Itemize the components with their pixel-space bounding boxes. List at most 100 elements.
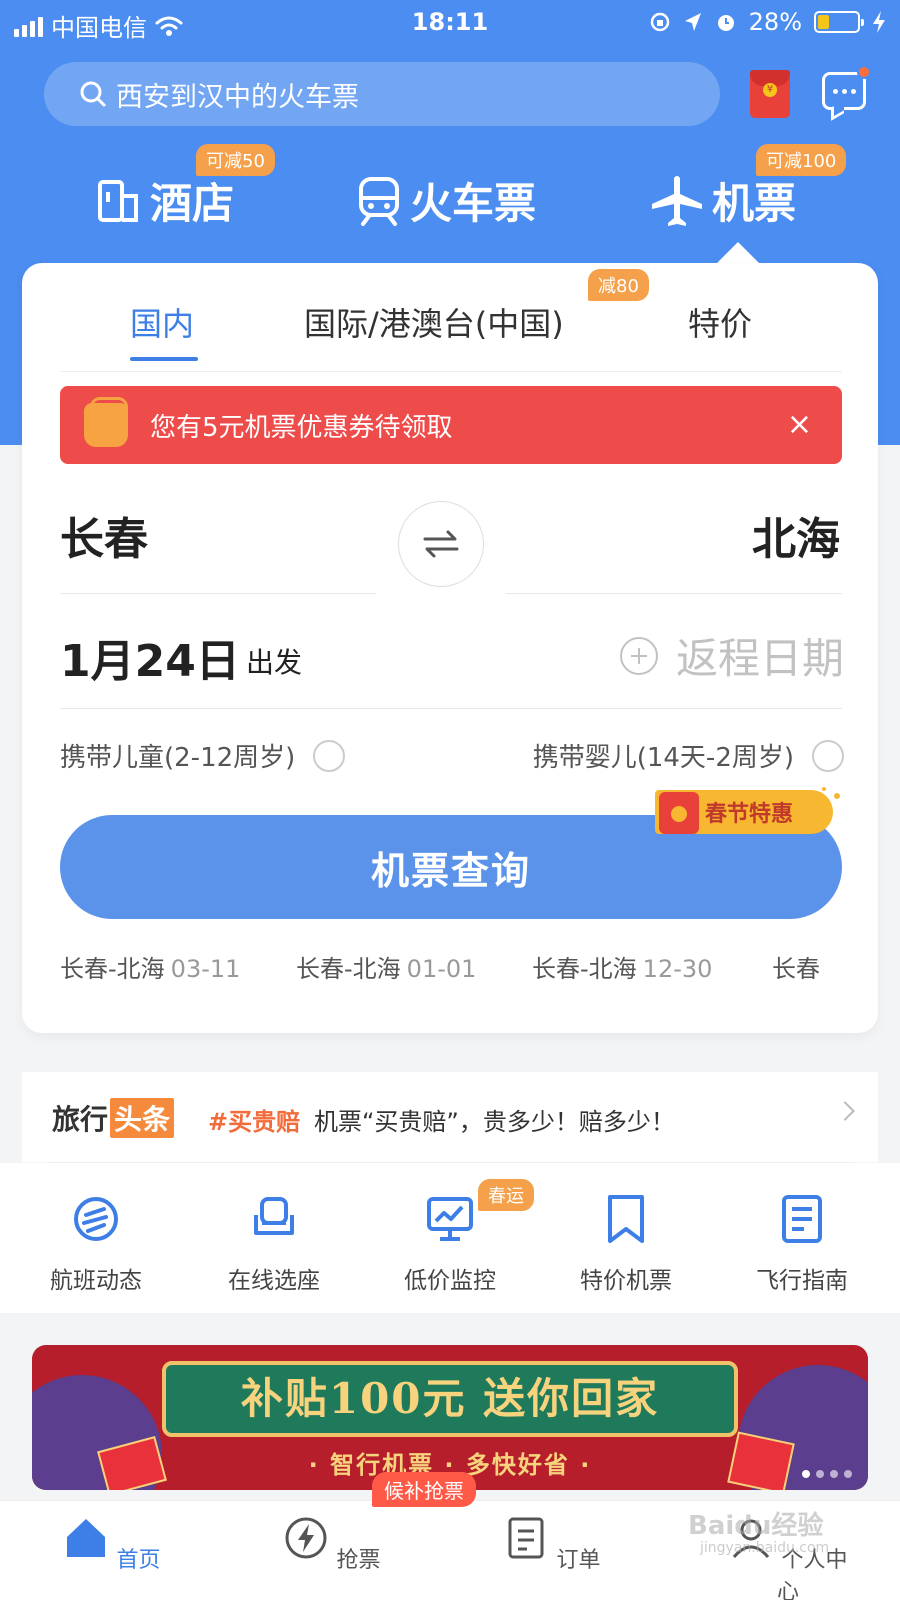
divider bbox=[506, 593, 842, 594]
location-icon bbox=[684, 13, 701, 31]
departure-date[interactable]: 1月24日 bbox=[60, 625, 240, 689]
red-packet-icon bbox=[659, 792, 699, 834]
waitlist-badge: 候补抢票 bbox=[372, 1472, 476, 1507]
coupon-banner[interactable]: 您有5元机票优惠券待领取 × bbox=[60, 386, 842, 464]
battery-fill bbox=[818, 15, 829, 29]
tool-flight-guide[interactable]: 飞行指南 bbox=[732, 1193, 872, 1295]
category-flight[interactable]: 机票 bbox=[650, 170, 796, 231]
category-label: 机票 bbox=[712, 179, 797, 228]
sparkle-decoration bbox=[834, 793, 840, 799]
nav-label: 首页 bbox=[116, 1548, 161, 1573]
divider bbox=[60, 371, 842, 372]
category-train[interactable]: 火车票 bbox=[356, 170, 536, 231]
guide-icon bbox=[782, 1195, 822, 1243]
status-right: 28% bbox=[649, 8, 886, 36]
seat-icon bbox=[254, 1197, 294, 1235]
option-label: 携带儿童(2-12周岁) bbox=[60, 743, 296, 773]
active-tab-indicator bbox=[130, 357, 198, 361]
watermark: Baidu经验 bbox=[688, 1511, 824, 1541]
status-bar: 中国电信 18:11 28% bbox=[0, 0, 900, 44]
swap-icon bbox=[423, 530, 459, 558]
category-hotel[interactable]: 酒店 bbox=[96, 170, 234, 231]
order-icon bbox=[508, 1517, 544, 1559]
international-discount-badge: 减80 bbox=[588, 269, 649, 301]
option-child[interactable]: 携带儿童(2-12周岁) bbox=[60, 737, 346, 774]
arrival-city[interactable]: 北海 bbox=[752, 503, 840, 567]
chevron-right-icon bbox=[835, 1101, 855, 1121]
nav-grab-tickets[interactable]: 抢票 bbox=[262, 1515, 402, 1574]
category-label: 酒店 bbox=[150, 179, 235, 228]
watermark-url: jingyan.baidu.com bbox=[700, 1540, 830, 1556]
active-category-pointer bbox=[716, 242, 760, 264]
return-date-button[interactable]: 返程日期 bbox=[619, 625, 844, 686]
tab-international[interactable]: 国际/港澳台(中国) bbox=[304, 299, 564, 345]
divider bbox=[60, 708, 842, 709]
home-icon bbox=[67, 1519, 106, 1557]
tool-seat-selection[interactable]: 在线选座 bbox=[204, 1193, 344, 1295]
history-item[interactable]: 长春-北海 01-01 bbox=[296, 949, 476, 984]
search-icon bbox=[80, 81, 106, 107]
tab-special-price[interactable]: 特价 bbox=[688, 299, 752, 345]
sparkle-decoration bbox=[822, 787, 826, 791]
charging-icon bbox=[873, 11, 885, 33]
battery-percent: 28% bbox=[748, 8, 802, 36]
option-label: 携带婴儿(14天-2周岁) bbox=[532, 743, 794, 773]
spring-travel-badge: 春运 bbox=[478, 1179, 534, 1211]
return-date-label: 返程日期 bbox=[675, 634, 844, 683]
headline-text: 机票“买贵赔”，贵多少！赔多少！ bbox=[314, 1108, 675, 1136]
carousel-indicator bbox=[802, 1470, 852, 1478]
child-radio[interactable] bbox=[313, 739, 346, 772]
travel-headline[interactable]: 旅行 头条 #买贵赔 机票“买贵赔”，贵多少！赔多少！ bbox=[22, 1072, 878, 1162]
hotel-icon bbox=[98, 179, 138, 222]
tool-flight-status[interactable]: 航班动态 bbox=[26, 1193, 166, 1295]
orientation-lock-icon bbox=[650, 12, 669, 32]
close-icon[interactable]: × bbox=[787, 410, 812, 440]
departure-city[interactable]: 长春 bbox=[60, 503, 148, 567]
option-infant[interactable]: 携带婴儿(14天-2周岁) bbox=[533, 737, 878, 774]
coupon-text: 您有5元机票优惠券待领取 bbox=[150, 412, 453, 443]
tool-special-flights[interactable]: 特价机票 bbox=[556, 1193, 696, 1295]
promo-badge-text: 春节特惠 bbox=[705, 802, 794, 827]
divider bbox=[60, 593, 376, 594]
headline-brand: 旅行 头条 bbox=[52, 1098, 175, 1138]
headline-hashtag: #买贵赔 bbox=[208, 1108, 301, 1136]
flight-search-card: 国内 国际/港澳台(中国) 减80 特价 您有5元机票优惠券待领取 × 长春 北… bbox=[22, 263, 878, 1033]
coupon-bag-icon bbox=[84, 397, 128, 447]
tool-label: 航班动态 bbox=[50, 1268, 142, 1294]
plane-icon bbox=[652, 175, 702, 226]
promo-banner[interactable]: 补贴100元 送你回家 · 智行机票 · 多快好省 · bbox=[32, 1345, 868, 1490]
hotel-discount-badge: 可减50 bbox=[196, 144, 275, 176]
banner-title: 补贴100元 送你回家 bbox=[162, 1361, 738, 1437]
plus-circle-icon bbox=[619, 636, 658, 675]
nav-label: 抢票 bbox=[336, 1548, 381, 1573]
message-notification-dot bbox=[857, 65, 871, 79]
price-monitor-icon bbox=[427, 1197, 473, 1241]
nav-home[interactable]: 首页 bbox=[42, 1515, 182, 1574]
battery-icon bbox=[814, 11, 864, 33]
tool-label: 飞行指南 bbox=[756, 1268, 848, 1294]
nav-orders[interactable]: 订单 bbox=[482, 1515, 622, 1574]
red-packet-icon[interactable]: ¥ bbox=[750, 70, 790, 118]
flight-discount-badge: 可减100 bbox=[756, 144, 847, 176]
nav-label: 订单 bbox=[556, 1548, 601, 1573]
tool-label: 特价机票 bbox=[580, 1268, 672, 1294]
tool-label: 低价监控 bbox=[404, 1268, 496, 1294]
history-item[interactable]: 长春 bbox=[772, 949, 820, 984]
history-item[interactable]: 长春-北海 03-11 bbox=[60, 949, 240, 984]
search-placeholder: 西安到汉中的火车票 bbox=[116, 81, 359, 113]
alarm-icon bbox=[717, 15, 734, 31]
tools-grid: 航班动态 在线选座 低价监控 春运 特价机票 飞行指南 bbox=[0, 1163, 900, 1313]
flight-status-icon bbox=[74, 1197, 118, 1241]
bookmark-icon bbox=[608, 1195, 644, 1243]
departure-date-suffix: 出发 bbox=[246, 646, 303, 679]
lightning-icon bbox=[285, 1517, 327, 1559]
train-icon bbox=[359, 176, 399, 226]
infant-radio[interactable] bbox=[812, 739, 844, 772]
search-input[interactable]: 西安到汉中的火车票 bbox=[44, 62, 720, 126]
swap-cities-button[interactable] bbox=[398, 501, 484, 587]
tab-domestic[interactable]: 国内 bbox=[130, 299, 194, 345]
spring-festival-badge: 春节特惠 bbox=[655, 790, 833, 834]
history-item[interactable]: 长春-北海 12-30 bbox=[532, 949, 712, 984]
tool-label: 在线选座 bbox=[228, 1268, 320, 1294]
category-label: 火车票 bbox=[410, 179, 537, 228]
